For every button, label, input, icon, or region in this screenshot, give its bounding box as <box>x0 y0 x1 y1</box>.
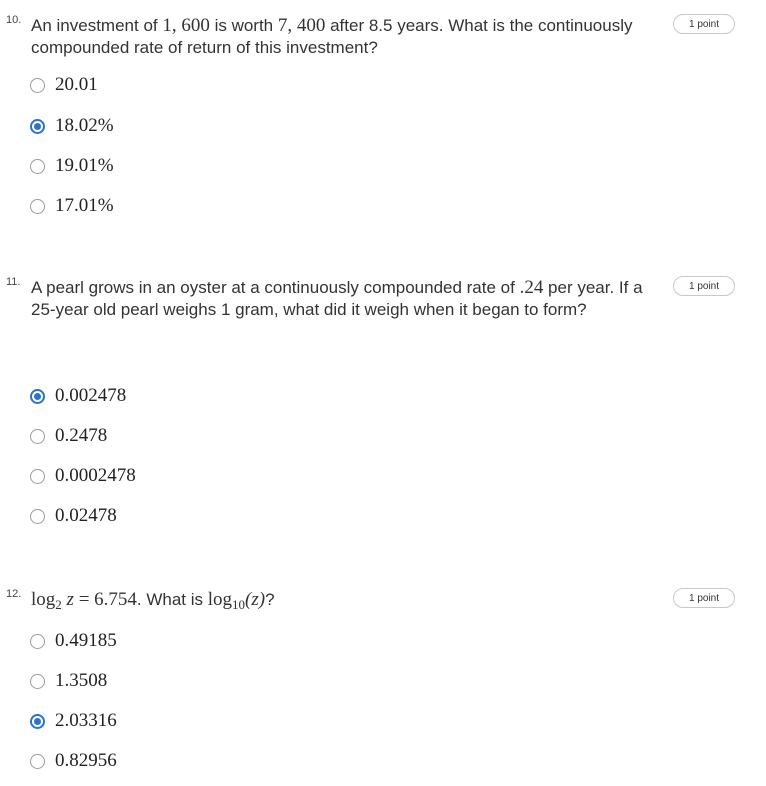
option-17-01[interactable]: 17.01% <box>30 193 114 219</box>
math-value: .24 <box>519 277 544 298</box>
option-0-82956[interactable]: 0.82956 <box>30 748 117 774</box>
math-value: 1, 600 <box>162 15 210 36</box>
option-20-01[interactable]: 20.01 <box>30 72 98 98</box>
radio-button[interactable] <box>30 633 45 649</box>
math-equals-value: = 6.754 <box>78 589 137 610</box>
option-0-0002478[interactable]: 0.0002478 <box>30 463 136 489</box>
option-0-002478[interactable]: 0.002478 <box>30 383 126 409</box>
radio-button[interactable] <box>30 198 45 214</box>
option-2-03316[interactable]: 2.03316 <box>30 708 117 734</box>
radio-button[interactable] <box>30 753 45 769</box>
math-log-base: 10 <box>232 597 246 612</box>
math-expression: log2 z = 6.754 <box>31 589 137 612</box>
option-0-49185[interactable]: 0.49185 <box>30 628 117 654</box>
radio-button[interactable] <box>30 508 45 524</box>
radio-button[interactable] <box>30 77 45 93</box>
option-label: 0.82956 <box>55 750 117 771</box>
question-text-part: is worth <box>209 16 278 35</box>
question-number: 11. <box>6 276 21 288</box>
option-0-2478[interactable]: 0.2478 <box>30 423 107 449</box>
option-label: 19.01% <box>55 155 114 176</box>
option-label: 18.02% <box>55 115 114 136</box>
math-value: 7, 400 <box>277 15 326 36</box>
option-label: 0.002478 <box>55 385 127 406</box>
points-badge: 1 point <box>673 276 735 296</box>
question-text-part: An investment of <box>31 16 163 35</box>
option-label: 0.0002478 <box>55 465 136 486</box>
option-label: 2.03316 <box>55 710 117 731</box>
math-log: log <box>31 589 56 610</box>
question-text: log2 z = 6.754. What is log10(z)? <box>31 589 651 611</box>
option-0-02478[interactable]: 0.02478 <box>30 503 117 529</box>
option-19-01[interactable]: 19.01% <box>30 153 114 179</box>
radio-button-selected[interactable] <box>30 713 45 729</box>
option-label: 17.01% <box>55 195 114 216</box>
option-label: 1.3508 <box>55 670 108 691</box>
math-variable: z <box>66 589 74 610</box>
radio-button-selected[interactable] <box>30 388 45 404</box>
question-number: 12. <box>6 588 22 600</box>
radio-button[interactable] <box>30 673 45 689</box>
question-text: An investment of 1, 600 is worth 7, 400 … <box>31 15 651 59</box>
option-1-3508[interactable]: 1.3508 <box>30 668 107 694</box>
radio-button-selected[interactable] <box>30 118 45 134</box>
option-label: 0.2478 <box>55 425 108 446</box>
question-text: A pearl grows in an oyster at a continuo… <box>31 277 651 321</box>
question-text-part: . What is <box>136 590 208 609</box>
option-18-02[interactable]: 18.02% <box>30 113 114 139</box>
question-text-part: A pearl grows in an oyster at a continuo… <box>31 278 520 297</box>
math-log: log <box>207 589 233 610</box>
points-badge: 1 point <box>673 14 735 34</box>
radio-button[interactable] <box>30 428 45 444</box>
option-label: 0.49185 <box>55 630 117 651</box>
radio-button[interactable] <box>30 158 45 174</box>
math-log-base: 2 <box>55 597 62 612</box>
option-label: 20.01 <box>55 74 98 95</box>
question-number: 10. <box>6 14 22 26</box>
question-text-part: ? <box>265 590 275 609</box>
math-argument: (z) <box>245 589 266 610</box>
math-expression: log10(z) <box>207 589 266 612</box>
option-label: 0.02478 <box>55 505 117 526</box>
points-badge: 1 point <box>673 588 735 608</box>
radio-button[interactable] <box>30 468 45 484</box>
